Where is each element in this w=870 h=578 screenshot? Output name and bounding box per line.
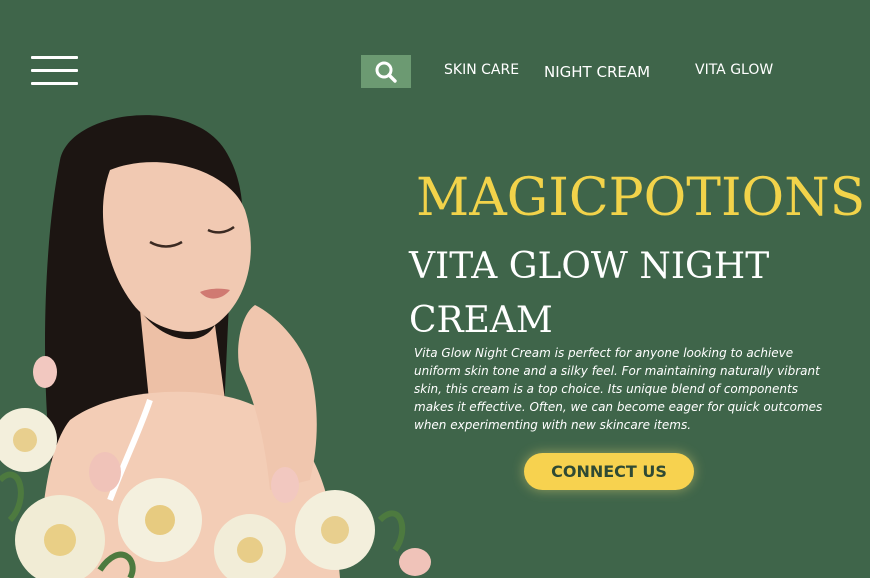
menu-line xyxy=(31,69,78,72)
menu-button[interactable] xyxy=(31,56,78,86)
hamburger-menu-icon xyxy=(31,56,78,59)
search-button[interactable] xyxy=(361,55,411,88)
brand-title: MAGICPOTIONS xyxy=(416,168,866,228)
nav-link-skin-care[interactable]: SKIN CARE xyxy=(444,62,519,78)
headline-line-2: CREAM xyxy=(409,300,553,341)
headline-line-1: VITA GLOW NIGHT xyxy=(409,246,770,287)
nav-link-vita-glow[interactable]: VITA GLOW xyxy=(695,62,773,78)
product-headline: VITA GLOW NIGHT CREAM xyxy=(409,240,849,348)
product-description: Vita Glow Night Cream is perfect for any… xyxy=(414,346,823,432)
search-icon xyxy=(375,61,397,83)
hero-image xyxy=(0,115,431,578)
connect-us-button[interactable]: CONNECT US xyxy=(524,453,694,490)
menu-line xyxy=(31,82,78,85)
nav-link-night-cream[interactable]: NIGHT CREAM xyxy=(544,63,650,81)
